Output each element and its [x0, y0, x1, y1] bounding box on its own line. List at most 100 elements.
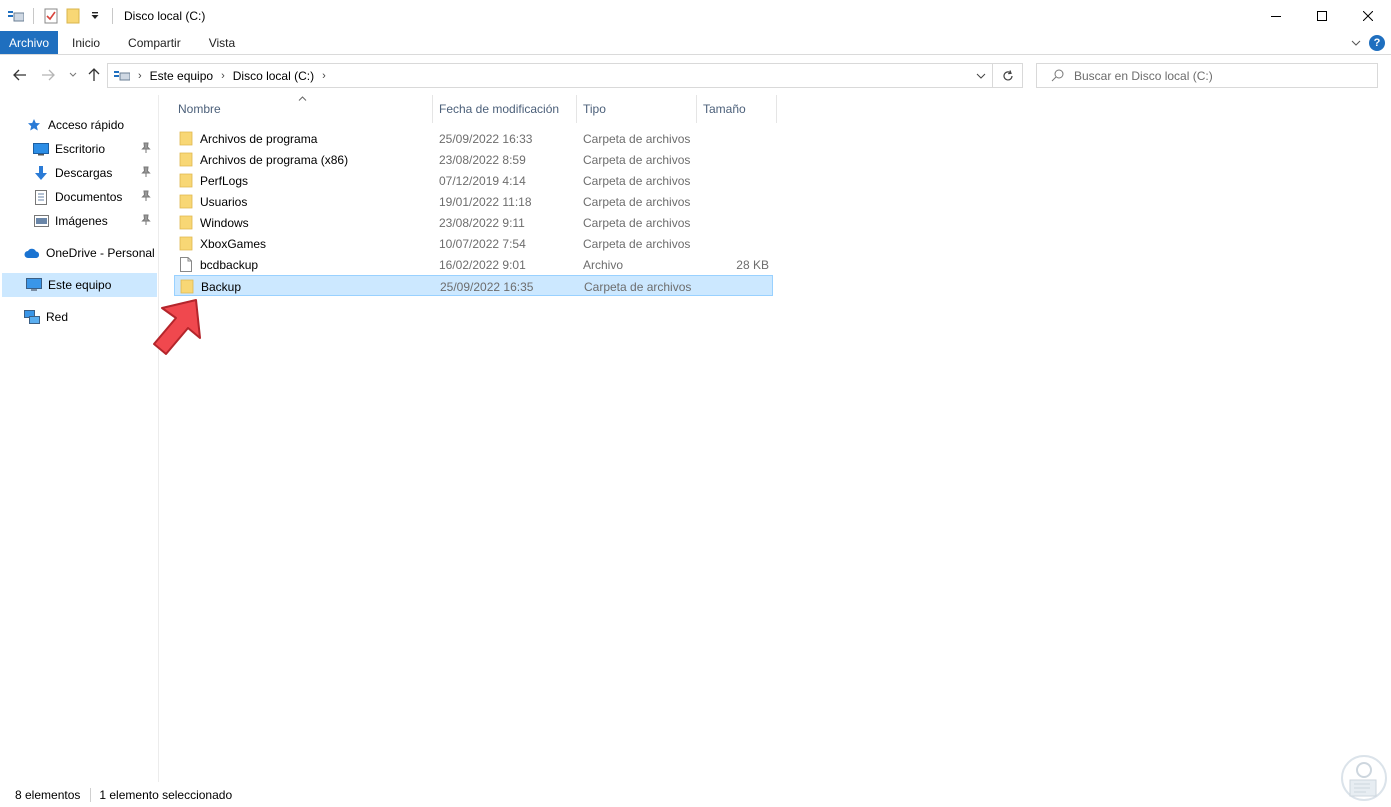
column-header-size[interactable]: Tamaño — [697, 95, 777, 123]
status-divider — [90, 787, 92, 802]
close-button[interactable] — [1345, 0, 1391, 31]
file-row[interactable]: Usuarios 19/01/2022 11:18 Carpeta de arc… — [174, 191, 773, 212]
minimize-button[interactable] — [1253, 0, 1299, 31]
forward-arrow-icon — [42, 69, 55, 81]
column-header-date[interactable]: Fecha de modificación — [433, 95, 577, 123]
nav-item-label: Imágenes — [55, 214, 108, 228]
breadcrumb-separator-icon[interactable]: › — [221, 70, 225, 82]
nav-item-documentos[interactable]: Documentos — [0, 185, 157, 209]
file-explorer-window: Disco local (C:) Archivo Inicio Comparti… — [0, 0, 1391, 807]
breadcrumb-este-equipo[interactable]: Este equipo — [150, 69, 213, 83]
this-pc-small-icon — [114, 70, 130, 82]
file-size — [694, 149, 769, 170]
expand-ribbon-icon[interactable] — [1351, 36, 1361, 50]
cloud-icon — [24, 245, 40, 261]
refresh-button[interactable] — [993, 63, 1023, 88]
nav-item-label: Acceso rápido — [48, 118, 125, 132]
file-size — [694, 191, 769, 212]
search-input[interactable]: Buscar en Disco local (C:) — [1036, 63, 1378, 88]
file-size — [695, 276, 770, 297]
nav-item-acceso-rapido[interactable]: Acceso rápido — [0, 113, 157, 137]
pictures-icon — [33, 213, 49, 229]
nav-item-este-equipo[interactable]: Este equipo — [2, 273, 157, 297]
help-icon[interactable]: ? — [1369, 35, 1385, 51]
column-header-type[interactable]: Tipo — [577, 95, 697, 123]
breadcrumb-disco-local[interactable]: Disco local (C:) — [233, 69, 314, 83]
tab-inicio[interactable]: Inicio — [58, 31, 114, 54]
explorer-app-icon[interactable] — [8, 8, 24, 24]
file-date: 23/08/2022 9:11 — [439, 215, 525, 230]
pin-icon[interactable] — [141, 166, 151, 181]
toolbar-divider — [112, 7, 113, 24]
window-controls — [1253, 0, 1391, 31]
file-type: Carpeta de archivos — [583, 215, 691, 230]
file-row-selected[interactable]: Backup 25/09/2022 16:35 Carpeta de archi… — [174, 275, 773, 296]
file-type: Carpeta de archivos — [583, 236, 691, 251]
file-size — [694, 212, 769, 233]
column-header-name[interactable]: Nombre — [160, 95, 433, 123]
quick-access-toolbar — [0, 0, 116, 31]
file-row[interactable]: PerfLogs 07/12/2019 4:14 Carpeta de arch… — [174, 170, 773, 191]
computer-icon — [26, 277, 42, 293]
customize-toolbar-dropdown-icon[interactable] — [87, 8, 103, 24]
back-arrow-icon — [13, 69, 26, 81]
file-name: PerfLogs — [200, 173, 249, 188]
column-headers: Nombre Fecha de modificación Tipo Tamaño — [160, 95, 780, 123]
file-row[interactable]: XboxGames 10/07/2022 7:54 Carpeta de arc… — [174, 233, 773, 254]
folder-icon — [178, 131, 194, 147]
address-dropdown-icon[interactable] — [976, 69, 986, 83]
star-icon — [26, 117, 42, 133]
file-row[interactable]: Windows 23/08/2022 9:11 Carpeta de archi… — [174, 212, 773, 233]
breadcrumb-separator-icon[interactable]: › — [138, 70, 142, 82]
minimize-icon — [1271, 15, 1281, 17]
breadcrumb-separator-icon[interactable]: › — [322, 70, 326, 82]
nav-item-onedrive[interactable]: OneDrive - Personal — [0, 241, 157, 265]
nav-item-label: Escritorio — [55, 142, 106, 156]
tab-archivo[interactable]: Archivo — [0, 31, 59, 54]
file-name: Usuarios — [200, 194, 248, 209]
file-row[interactable]: bcdbackup 16/02/2022 9:01 Archivo 28 KB — [174, 254, 773, 275]
back-button[interactable] — [11, 66, 29, 84]
maximize-icon — [1317, 10, 1327, 21]
selection-count: 1 elemento seleccionado — [99, 787, 233, 802]
ribbon-tabs: Archivo Inicio Compartir Vista ? — [0, 31, 1391, 55]
address-row: › Este equipo › Disco local (C:) › Busca… — [0, 55, 1391, 95]
pin-icon[interactable] — [141, 142, 151, 157]
status-bar: 8 elementos 1 elemento seleccionado — [0, 782, 1391, 807]
file-name: bcdbackup — [200, 257, 259, 272]
toolbar-divider — [33, 7, 34, 24]
file-type: Carpeta de archivos — [584, 279, 692, 294]
file-date: 07/12/2019 4:14 — [439, 173, 526, 188]
nav-item-imagenes[interactable]: Imágenes — [0, 209, 157, 233]
nav-item-descargas[interactable]: Descargas — [0, 161, 157, 185]
file-row[interactable]: Archivos de programa (x86) 23/08/2022 8:… — [174, 149, 773, 170]
address-bar[interactable]: › Este equipo › Disco local (C:) › — [107, 63, 993, 88]
folder-icon — [178, 236, 194, 252]
nav-item-label: Red — [46, 310, 69, 324]
properties-icon[interactable] — [43, 8, 59, 24]
file-row[interactable]: Archivos de programa 25/09/2022 16:33 Ca… — [174, 128, 773, 149]
tab-compartir[interactable]: Compartir — [114, 31, 195, 54]
forward-button[interactable] — [39, 66, 57, 84]
watermark-logo-icon — [1341, 755, 1387, 801]
pin-icon[interactable] — [141, 214, 151, 229]
tab-vista[interactable]: Vista — [195, 31, 249, 54]
file-name: Archivos de programa — [200, 131, 318, 146]
maximize-button[interactable] — [1299, 0, 1345, 31]
file-size — [694, 233, 769, 254]
new-folder-icon[interactable] — [65, 8, 81, 24]
document-icon — [33, 189, 49, 205]
search-icon — [1051, 69, 1064, 82]
nav-item-label: Documentos — [55, 190, 123, 204]
refresh-icon — [1002, 69, 1013, 80]
file-date: 10/07/2022 7:54 — [439, 236, 526, 251]
pin-icon[interactable] — [141, 190, 151, 205]
nav-item-red[interactable]: Red — [0, 305, 157, 329]
folder-icon — [178, 173, 194, 189]
nav-item-label: Descargas — [55, 166, 113, 180]
file-name: Windows — [200, 215, 249, 230]
up-button[interactable] — [85, 66, 103, 84]
network-icon — [24, 309, 40, 325]
nav-item-escritorio[interactable]: Escritorio — [0, 137, 157, 161]
recent-locations-button[interactable] — [64, 66, 82, 84]
